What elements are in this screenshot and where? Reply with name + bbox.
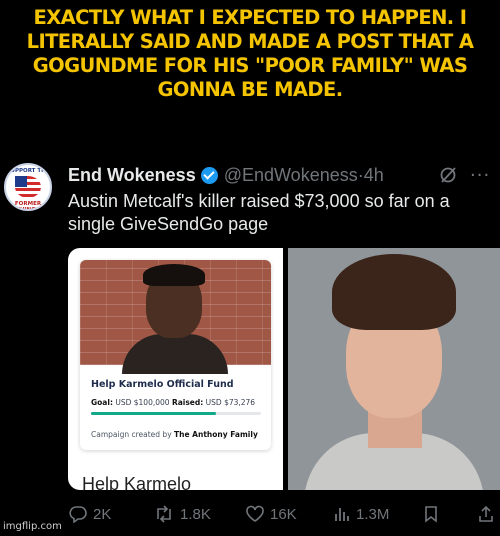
campaign-stats: Goal: USD $100,000 Raised: USD $73,276 — [91, 398, 255, 407]
verified-badge-icon[interactable] — [200, 166, 218, 184]
media-campaign-screenshot[interactable]: Help Karmelo Official Fund Goal: USD $10… — [68, 248, 283, 490]
avatar-ring-top-text: SUPPORT THE — [6, 168, 50, 174]
tweet-header: End Wokeness @EndWokeness · 4h — [68, 163, 384, 187]
author-handle[interactable]: @EndWokeness — [224, 165, 358, 186]
meme-caption: EXACTLY WHAT I EXPECTED TO HAPPEN. I LIT… — [0, 6, 500, 102]
creator-prefix: Campaign created by — [91, 430, 172, 439]
like-icon — [246, 505, 264, 522]
bookmark-icon — [425, 506, 437, 523]
views-count: 1.3M — [356, 505, 390, 523]
caption-line: EXACTLY WHAT I EXPECTED TO HAPPEN. I — [33, 6, 468, 29]
reply-count: 2K — [93, 505, 112, 523]
raised-label: Raised: — [171, 398, 204, 407]
like-button[interactable]: 16K — [245, 505, 297, 523]
goal-label: Goal: — [91, 398, 113, 407]
watermark: imgflip.com — [3, 521, 62, 532]
caption-line: LITERALLY SAID AND MADE A POST THAT A — [26, 30, 474, 53]
grok-icon[interactable] — [439, 166, 457, 184]
bookmark-button[interactable] — [423, 505, 439, 523]
tweet-action-bar: 2K 1.8K 16K 1.3M — [68, 501, 498, 527]
campaign-progress-fill — [91, 412, 216, 415]
share-icon — [479, 505, 493, 522]
share-button[interactable] — [477, 505, 495, 523]
campaign-title: Help Karmelo Official Fund — [91, 379, 234, 390]
repost-count: 1.8K — [180, 505, 211, 523]
avatar-ring-bottom-text: FORMER THINGS — [14, 201, 42, 211]
repost-button[interactable]: 1.8K — [153, 505, 211, 523]
author-name[interactable]: End Wokeness — [68, 165, 196, 186]
caption-line: GOGUNDME FOR HIS "POOR FAMILY" WAS — [32, 54, 468, 77]
views-button[interactable]: 1.3M — [333, 505, 389, 523]
repost-icon — [157, 505, 171, 523]
more-icon[interactable]: ··· — [470, 165, 490, 186]
campaign-photo — [80, 260, 271, 374]
campaign-creator: Campaign created by The Anthony Family — [91, 430, 258, 439]
flag-icon — [15, 176, 41, 198]
caption-line: GONNA BE MADE. — [157, 78, 343, 101]
campaign-progress-bar — [91, 412, 261, 415]
tweet-text: Austin Metcalf's killer raised $73,000 s… — [68, 191, 450, 234]
creator-name: The Anthony Family — [174, 430, 258, 439]
portrait-hair-shape — [332, 254, 456, 330]
tweet-time[interactable]: 4h — [364, 165, 384, 186]
media-portrait-photo[interactable] — [288, 248, 500, 490]
reply-icon — [69, 506, 87, 523]
raised-value: USD $73,276 — [205, 398, 256, 407]
goal-value: USD $100,000 — [115, 398, 170, 407]
like-count: 16K — [270, 505, 297, 523]
person-body-shape — [122, 334, 228, 374]
views-icon — [335, 508, 349, 521]
avatar[interactable]: SUPPORT THE FORMER THINGS — [4, 163, 52, 211]
campaign-heading: Help Karmelo — [82, 474, 192, 490]
campaign-card: Help Karmelo Official Fund Goal: USD $10… — [80, 260, 271, 450]
reply-button[interactable]: 2K — [68, 505, 111, 523]
person-hair-shape — [143, 264, 205, 286]
